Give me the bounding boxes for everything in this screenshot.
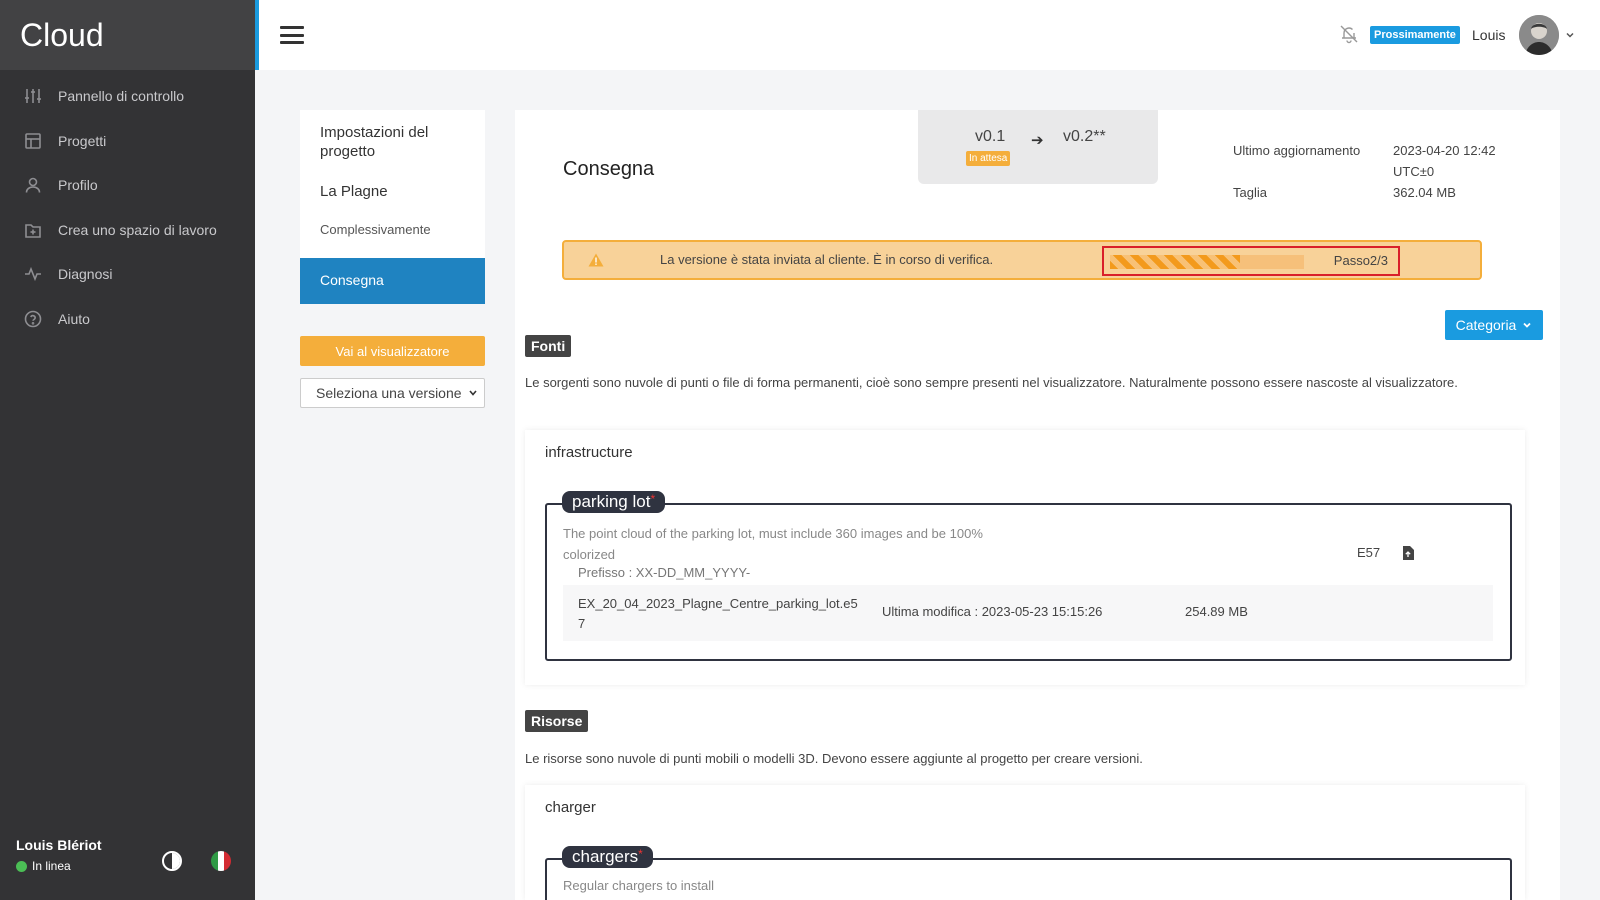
resources-tag: Risorse [525, 710, 589, 732]
sidebar-item-projects[interactable]: Progetti [0, 119, 255, 164]
project-name: La Plagne [320, 183, 388, 200]
user-icon [25, 177, 41, 193]
sidebar: Cloud Pannello di controllo Progetti Pro… [0, 0, 255, 900]
file-modified: Ultima modifica : 2023-05-23 15:15:26 [882, 604, 1103, 619]
chevron-down-icon[interactable] [1565, 30, 1575, 40]
topbar-user-name[interactable]: Louis [1472, 27, 1505, 43]
brand-logo[interactable]: Cloud [0, 0, 255, 70]
category-label: Categoria [1455, 317, 1517, 333]
charger-group: charger chargers* Regular chargers to in… [525, 785, 1525, 900]
group-title: infrastructure [545, 444, 633, 461]
version-select[interactable]: Seleziona una versione [300, 378, 485, 408]
size-value: 362.04 MB [1393, 185, 1456, 200]
sidebar-item-help[interactable]: Aiuto [0, 297, 255, 342]
settings-item-delivery[interactable]: Consegna [300, 258, 485, 304]
status-badge: In attesa [966, 151, 1011, 166]
sidebar-item-label: Pannello di controllo [58, 88, 185, 105]
project-settings-panel: Impostazioni del progetto La Plagne Comp… [300, 110, 485, 304]
topbar: Prossimamente Louis [259, 0, 1600, 70]
file-upload-icon[interactable] [1402, 546, 1414, 560]
help-circle-icon [24, 310, 42, 328]
file-name[interactable]: EX_20_04_2023_Plagne_Centre_parking_lot.… [578, 594, 858, 634]
delivery-card: Consegna v0.1 ➔ v0.2** In attesa Ultimo … [515, 110, 1560, 900]
sidebar-item-label: Aiuto [58, 310, 90, 327]
alert-message: La versione è stata inviata al cliente. … [660, 252, 994, 267]
verification-alert: La versione è stata inviata al cliente. … [562, 240, 1482, 280]
warning-icon [588, 253, 604, 267]
italian-flag-icon[interactable] [211, 851, 231, 871]
theme-toggle-icon[interactable] [162, 851, 182, 871]
sidebar-item-label: Progetti [58, 132, 107, 149]
item-name-tag: chargers* [562, 846, 653, 868]
version-select-value: Seleziona una versione [316, 385, 462, 401]
online-status: In linea [16, 859, 239, 873]
sliders-icon [25, 89, 41, 104]
chevron-down-icon [468, 388, 478, 398]
item-description: Regular chargers to install [563, 878, 715, 893]
item-description: The point cloud of the parking lot, must… [563, 526, 983, 562]
sidebar-item-profile[interactable]: Profilo [0, 163, 255, 208]
last-update-label: Ultimo aggiornamento [1233, 143, 1361, 158]
item-extension: E57 [1357, 545, 1381, 560]
coming-soon-badge: Prossimamente [1370, 26, 1460, 44]
category-dropdown-button[interactable]: Categoria [1445, 310, 1543, 340]
resources-description: Le risorse sono nuvole di punti mobili o… [525, 751, 1143, 766]
page-title: Consegna [563, 158, 655, 180]
bell-off-icon[interactable] [1339, 24, 1359, 44]
parking-lot-item: parking lot* The point cloud of the park… [545, 491, 1512, 661]
menu-toggle-icon[interactable] [280, 26, 304, 44]
sidebar-item-label: Crea uno spazio di lavoro [58, 221, 217, 238]
step-progress: Passo2/3 [1102, 246, 1400, 276]
sidebar-item-create-workspace[interactable]: Crea uno spazio di lavoro [0, 208, 255, 253]
avatar[interactable] [1519, 15, 1559, 55]
sidebar-nav: Pannello di controllo Progetti Profilo C… [0, 74, 255, 341]
settings-title: Impostazioni del progetto [320, 124, 429, 160]
online-dot-icon [16, 860, 27, 872]
group-title: charger [545, 799, 596, 816]
size-label: Taglia [1233, 185, 1267, 200]
step-label: Passo2/3 [1333, 253, 1388, 268]
file-size: 254.89 MB [1185, 604, 1248, 619]
layout-icon [25, 132, 41, 149]
sidebar-footer: Louis Blériot In linea [0, 825, 255, 900]
version-to: v0.2** [1063, 128, 1106, 145]
sidebar-item-label: Profilo [58, 177, 98, 194]
required-mark: * [638, 847, 643, 861]
item-name: chargers [572, 847, 639, 866]
activity-icon [25, 267, 41, 282]
arrow-right-icon: ➔ [1031, 132, 1044, 149]
status-label: In linea [32, 859, 71, 873]
required-mark: * [650, 492, 656, 506]
item-name-tag: parking lot* [562, 491, 666, 513]
sidebar-item-label: Diagnosi [58, 266, 113, 283]
progress-track [1110, 255, 1304, 269]
settings-item-overall[interactable]: Complessivamente [300, 200, 485, 237]
version-meta: Ultimo aggiornamento 2023-04-20 12:42 UT… [1233, 140, 1523, 203]
infrastructure-group: infrastructure parking lot* The point cl… [525, 430, 1525, 685]
item-prefix: Prefisso : XX-DD_MM_YYYY- [578, 565, 751, 580]
sidebar-item-dashboard[interactable]: Pannello di controllo [0, 74, 255, 119]
progress-fill [1110, 255, 1240, 269]
sidebar-item-diagnosis[interactable]: Diagnosi [0, 252, 255, 297]
go-to-viewer-button[interactable]: Vai al visualizzatore [300, 336, 485, 366]
sources-description: Le sorgenti sono nuvole di punti o file … [525, 375, 1458, 390]
last-update-value: 2023-04-20 12:42 UTC±0 [1393, 143, 1496, 179]
version-from: v0.1 [975, 128, 1006, 145]
sidebar-user-name: Louis Blériot [16, 837, 102, 853]
folder-plus-icon [25, 223, 41, 238]
file-row: EX_20_04_2023_Plagne_Centre_parking_lot.… [563, 585, 1493, 641]
chargers-item: chargers* Regular chargers to install [545, 846, 1512, 900]
sources-tag: Fonti [525, 335, 572, 357]
item-name: parking lot [572, 492, 651, 511]
chevron-down-icon [1523, 322, 1531, 328]
version-transition: v0.1 ➔ v0.2** In attesa [918, 110, 1158, 184]
